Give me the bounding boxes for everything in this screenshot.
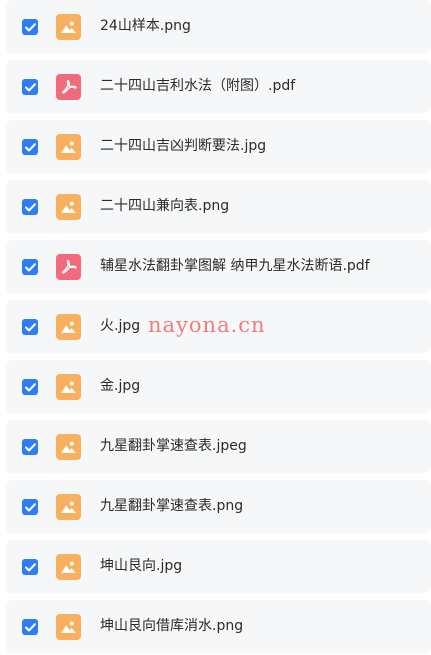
checkbox-checked-icon[interactable] bbox=[22, 19, 38, 35]
file-row[interactable]: 坤山艮向借库消水.png bbox=[6, 600, 431, 653]
checkbox-checked-icon[interactable] bbox=[22, 379, 38, 395]
image-file-icon bbox=[56, 314, 81, 340]
watermark: nayona.cn bbox=[148, 313, 266, 337]
image-file-icon bbox=[56, 374, 81, 400]
file-row[interactable]: 24山样本.png bbox=[6, 0, 431, 53]
image-file-icon bbox=[56, 494, 81, 520]
file-row[interactable]: 二十四山吉利水法（附图）.pdf bbox=[6, 60, 431, 113]
checkbox-checked-icon[interactable] bbox=[22, 559, 38, 575]
checkbox-checked-icon[interactable] bbox=[22, 139, 38, 155]
file-row[interactable]: 二十四山兼向表.png bbox=[6, 180, 431, 233]
file-name: 二十四山吉利水法（附图）.pdf bbox=[100, 78, 296, 94]
image-file-icon bbox=[56, 434, 81, 460]
file-name: 二十四山兼向表.png bbox=[100, 198, 230, 214]
image-file-icon bbox=[56, 134, 81, 160]
file-name: 24山样本.png bbox=[100, 18, 191, 34]
image-file-icon bbox=[56, 14, 81, 40]
image-file-icon bbox=[56, 194, 81, 220]
file-name: 火.jpg bbox=[100, 318, 141, 334]
file-row[interactable]: 坤山艮向.jpg bbox=[6, 540, 431, 593]
image-file-icon bbox=[56, 554, 81, 580]
file-row[interactable]: 二十四山吉凶判断要法.jpg bbox=[6, 120, 431, 173]
file-name: 金.jpg bbox=[100, 378, 141, 394]
file-name: 辅星水法翻卦掌图解 纳甲九星水法断语.pdf bbox=[100, 258, 370, 274]
pdf-file-icon bbox=[56, 254, 81, 280]
file-row[interactable]: 辅星水法翻卦掌图解 纳甲九星水法断语.pdf bbox=[6, 240, 431, 293]
checkbox-checked-icon[interactable] bbox=[22, 439, 38, 455]
file-name: 九星翻卦掌速查表.jpeg bbox=[100, 438, 247, 454]
file-name: 二十四山吉凶判断要法.jpg bbox=[100, 138, 267, 154]
file-name: 坤山艮向借库消水.png bbox=[100, 618, 244, 634]
checkbox-checked-icon[interactable] bbox=[22, 319, 38, 335]
checkbox-checked-icon[interactable] bbox=[22, 199, 38, 215]
file-row[interactable]: 九星翻卦掌速查表.jpeg bbox=[6, 420, 431, 473]
checkbox-checked-icon[interactable] bbox=[22, 79, 38, 95]
file-row[interactable]: 九星翻卦掌速查表.png bbox=[6, 480, 431, 533]
pdf-file-icon bbox=[56, 74, 81, 100]
checkbox-checked-icon[interactable] bbox=[22, 499, 38, 515]
file-list: 24山样本.png 二十四山吉利水法（附图）.pdf 二十四山吉凶判断要法.jp… bbox=[0, 0, 431, 655]
file-row[interactable]: 金.jpg bbox=[6, 360, 431, 413]
checkbox-checked-icon[interactable] bbox=[22, 619, 38, 635]
checkbox-checked-icon[interactable] bbox=[22, 259, 38, 275]
file-name: 坤山艮向.jpg bbox=[100, 558, 183, 574]
image-file-icon bbox=[56, 614, 81, 640]
file-name: 九星翻卦掌速查表.png bbox=[100, 498, 244, 514]
